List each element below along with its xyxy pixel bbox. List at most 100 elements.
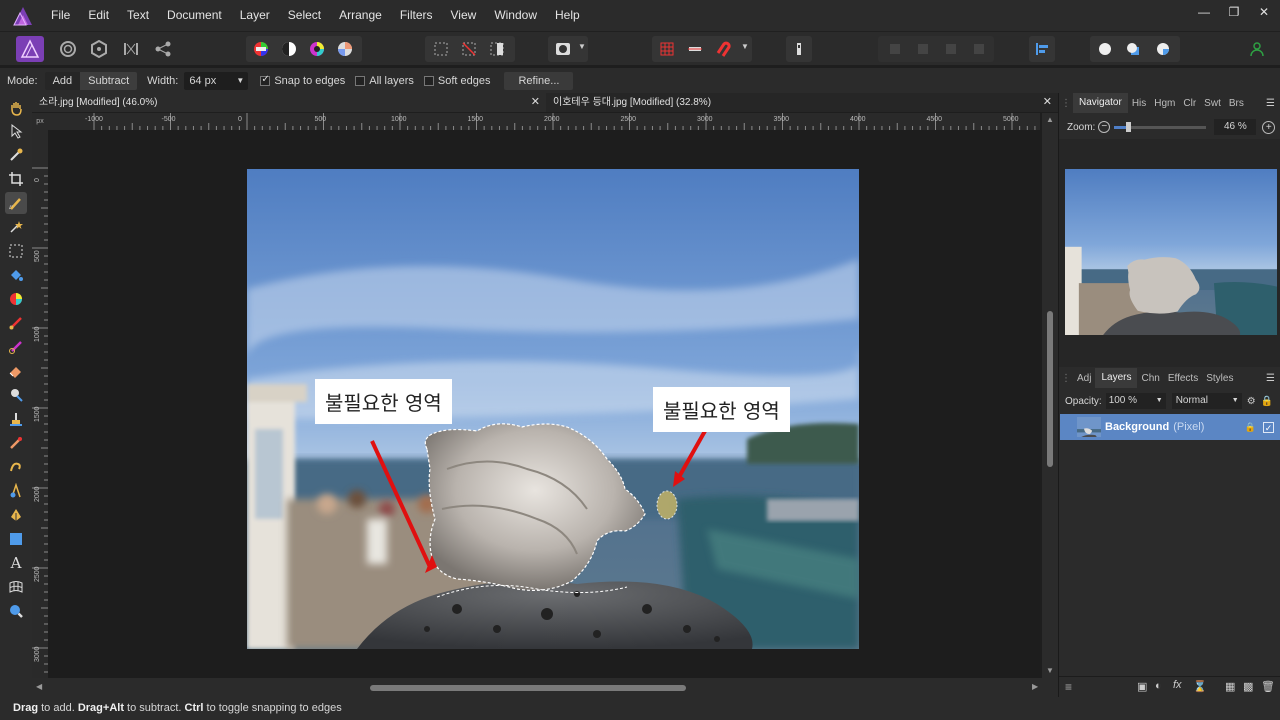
zoom-slider[interactable]: [1114, 121, 1207, 132]
layer-row-background[interactable]: Background (Pixel) 🔒 ✓: [1060, 414, 1280, 440]
auto-white-balance-icon[interactable]: [332, 36, 358, 62]
menu-select[interactable]: Select: [279, 0, 330, 31]
auto-colors-icon[interactable]: [304, 36, 330, 62]
layer-lock-icon[interactable]: 🔒: [1245, 422, 1256, 433]
menu-layer[interactable]: Layer: [231, 0, 279, 31]
group-folder-icon[interactable]: ▦: [1225, 680, 1235, 693]
color-picker-tool-icon[interactable]: [5, 144, 27, 166]
quick-mask-dropdown-icon[interactable]: ▼: [578, 42, 586, 51]
tab-document-1[interactable]: 소라.jpg [Modified] (46.0%) ✕: [32, 93, 546, 112]
snapping-magnet-icon[interactable]: [710, 36, 736, 62]
ruler-vertical[interactable]: 0 500 1000 1500 2000 2500 3000: [32, 130, 48, 678]
document-image[interactable]: 불필요한 영역 불필요한 영역: [247, 169, 859, 649]
tab-swatches[interactable]: Swt: [1200, 98, 1225, 109]
panel-grip-icon[interactable]: ⋮: [1059, 373, 1073, 384]
gradient-tool-icon[interactable]: [5, 288, 27, 310]
color-replace-brush-icon[interactable]: [5, 336, 27, 358]
delete-layer-icon[interactable]: 🗑: [1261, 680, 1275, 693]
menu-filters[interactable]: Filters: [391, 0, 442, 31]
menu-text[interactable]: Text: [118, 0, 158, 31]
menu-document[interactable]: Document: [158, 0, 231, 31]
opacity-dropdown-icon[interactable]: ▼: [1156, 393, 1163, 409]
tab-styles[interactable]: Styles: [1202, 373, 1237, 384]
zoom-tool-icon[interactable]: [5, 600, 27, 622]
menu-help[interactable]: Help: [546, 0, 589, 31]
soft-edges-checkbox-icon[interactable]: [423, 75, 434, 86]
mask-layer-icon[interactable]: ▣: [1137, 680, 1147, 693]
dodge-tool-icon[interactable]: [5, 384, 27, 406]
zoom-slider-handle[interactable]: [1126, 121, 1132, 132]
invert-selection-icon[interactable]: [484, 36, 510, 62]
snapping-dropdown-icon[interactable]: ▼: [741, 42, 749, 51]
tab-histogram[interactable]: Hgm: [1150, 98, 1179, 109]
erase-brush-tool-icon[interactable]: [5, 360, 27, 382]
all-layers-checkbox-icon[interactable]: [355, 75, 366, 86]
tab-color[interactable]: Clr: [1179, 98, 1200, 109]
soft-edges-checkbox[interactable]: Soft edges: [423, 75, 490, 87]
align-left-icon[interactable]: [1029, 36, 1055, 62]
crop-tool-icon[interactable]: [5, 168, 27, 190]
menu-file[interactable]: File: [42, 0, 79, 31]
live-filter-icon[interactable]: ⌛: [1193, 680, 1207, 693]
tab-history[interactable]: His: [1128, 98, 1150, 109]
marquee-tool-icon[interactable]: [5, 240, 27, 262]
blend-mode-select[interactable]: Normal ▼: [1171, 393, 1242, 409]
vertical-scroll-thumb[interactable]: [1047, 311, 1053, 467]
tab-navigator[interactable]: Navigator: [1073, 93, 1128, 113]
scroll-down-icon[interactable]: ▼: [1046, 666, 1054, 675]
minimize-icon[interactable]: —: [1196, 4, 1212, 20]
selection-brush-tool-icon[interactable]: [5, 192, 27, 214]
navigator-viewport[interactable]: [1059, 139, 1280, 367]
quick-mask-icon[interactable]: [550, 36, 576, 62]
photo-persona-icon[interactable]: [16, 36, 44, 62]
auto-contrast-icon[interactable]: [276, 36, 302, 62]
move-tool-icon[interactable]: [5, 120, 27, 142]
mode-subtract-button[interactable]: Subtract: [80, 71, 138, 90]
paint-brush-tool-icon[interactable]: [5, 312, 27, 334]
xor-boolean-icon[interactable]: [966, 36, 992, 62]
mode-add-button[interactable]: Add: [44, 71, 81, 90]
zoom-in-icon[interactable]: +: [1262, 120, 1276, 134]
add-pixel-layer-icon[interactable]: ▩: [1243, 680, 1253, 693]
menu-edit[interactable]: Edit: [79, 0, 118, 31]
snap-to-edges-checkbox[interactable]: Snap to edges: [260, 74, 345, 87]
all-layers-checkbox[interactable]: All layers: [355, 75, 414, 87]
move-to-front-icon[interactable]: [1092, 36, 1118, 62]
affinity-photo-logo-icon[interactable]: [12, 5, 34, 27]
menu-window[interactable]: Window: [485, 0, 546, 31]
smudge-tool-icon[interactable]: [5, 456, 27, 478]
grid-icon[interactable]: [654, 36, 680, 62]
blend-dropdown-icon[interactable]: ▼: [1232, 393, 1239, 409]
artistic-text-tool-icon[interactable]: A: [5, 552, 27, 574]
mesh-warp-tool-icon[interactable]: [5, 576, 27, 598]
deselect-icon[interactable]: [456, 36, 482, 62]
export-persona-icon[interactable]: [150, 36, 176, 62]
subtract-boolean-icon[interactable]: [910, 36, 936, 62]
vertical-scrollbar[interactable]: ▲ ▼: [1042, 113, 1058, 678]
zoom-value[interactable]: 46 %: [1214, 119, 1257, 135]
panel-grip-icon[interactable]: ⋮: [1059, 98, 1073, 109]
fx-icon[interactable]: fx: [1173, 679, 1182, 691]
user-account-icon[interactable]: [1244, 36, 1270, 62]
canvas[interactable]: 불필요한 영역 불필요한 영역: [48, 130, 1040, 678]
flood-fill-tool-icon[interactable]: [5, 264, 27, 286]
lock-icon[interactable]: 🔒: [1261, 396, 1273, 407]
liquify-persona-icon[interactable]: [55, 36, 81, 62]
tab-adjustments[interactable]: Adj: [1073, 373, 1095, 384]
close-icon[interactable]: ✕: [1256, 4, 1272, 20]
close-tab-icon[interactable]: ✕: [1043, 93, 1052, 112]
tab-channels[interactable]: Chn: [1137, 373, 1163, 384]
blemish-removal-tool-icon[interactable]: [5, 432, 27, 454]
scroll-left-icon[interactable]: ◀: [36, 682, 42, 691]
width-input[interactable]: 64 px ▼: [184, 71, 249, 90]
auto-levels-icon[interactable]: [248, 36, 274, 62]
width-dropdown-icon[interactable]: ▼: [236, 72, 244, 90]
assistant-icon[interactable]: [682, 36, 708, 62]
pen-tool-icon[interactable]: [5, 504, 27, 526]
tone-mapping-persona-icon[interactable]: [118, 36, 144, 62]
select-all-icon[interactable]: [428, 36, 454, 62]
rectangle-tool-icon[interactable]: [5, 528, 27, 550]
zoom-out-icon[interactable]: −: [1098, 121, 1111, 133]
horizontal-scroll-thumb[interactable]: [370, 685, 686, 691]
pen-context-icon[interactable]: [786, 36, 812, 62]
